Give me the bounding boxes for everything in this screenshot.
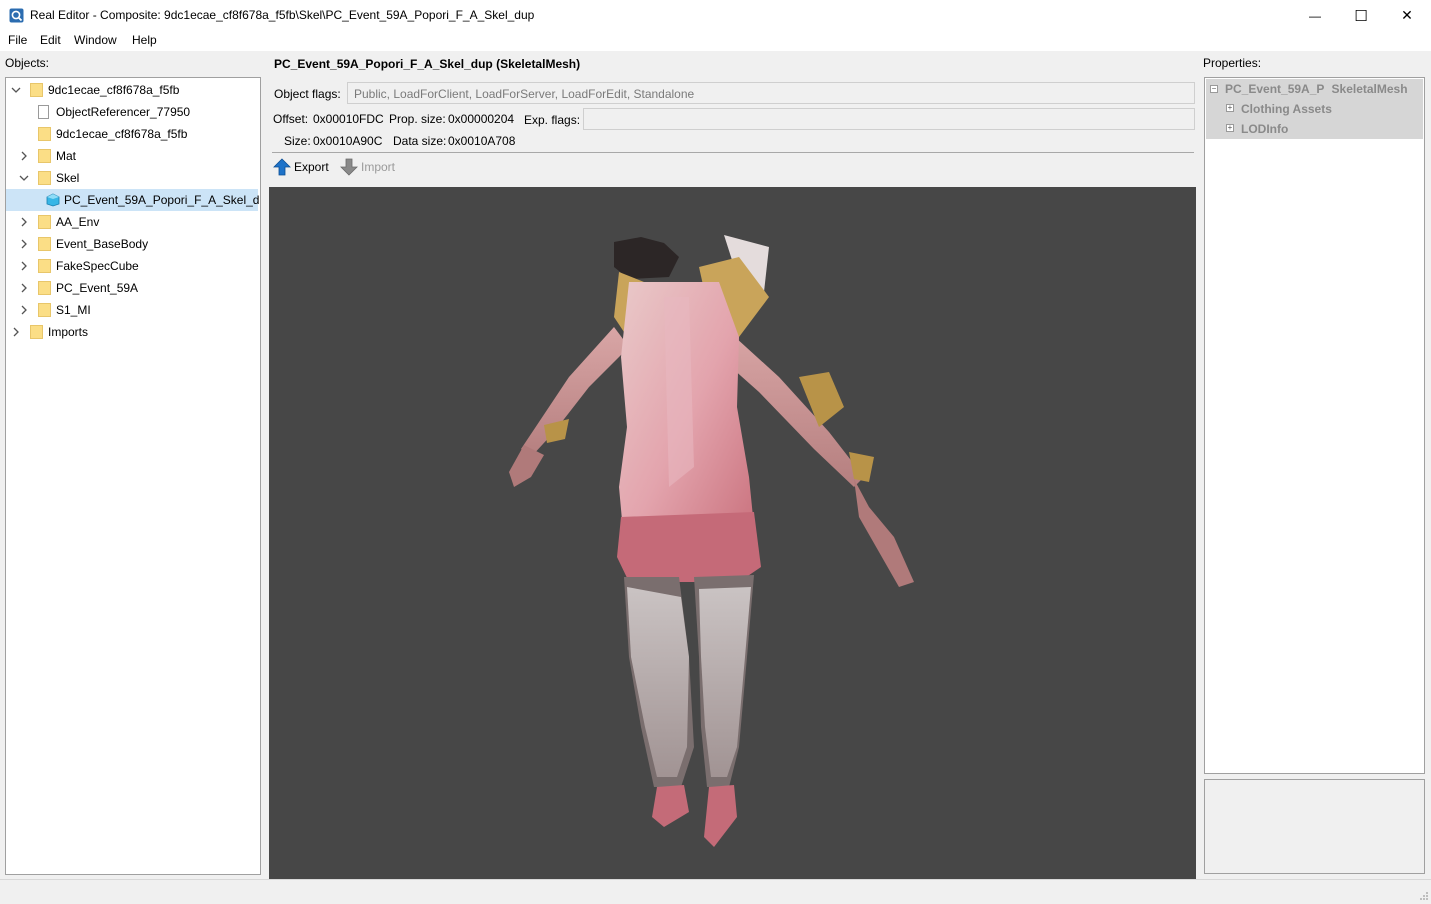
export-arrow-icon [273, 158, 291, 176]
tree-item-label: ObjectReferencer_77950 [56, 105, 191, 119]
menu-help[interactable]: Help [132, 33, 157, 47]
prop-size-value: 0x00000204 [448, 112, 515, 126]
folder-icon [38, 281, 51, 295]
chevron-right-icon[interactable] [10, 325, 22, 339]
window-title: Real Editor - Composite: 9dc1ecae_cf8f67… [30, 8, 535, 22]
expand-icon[interactable]: + [1226, 104, 1234, 112]
app-icon [9, 8, 24, 23]
tree-item[interactable]: Event_BaseBody [6, 233, 258, 255]
chevron-right-icon[interactable] [18, 303, 30, 317]
folder-icon [38, 171, 51, 185]
tree-item[interactable]: 9dc1ecae_cf8f678a_f5fb [6, 123, 258, 145]
character-mesh-render [509, 235, 914, 847]
folder-icon [30, 325, 43, 339]
tree-item[interactable]: FakeSpecCube [6, 255, 258, 277]
tree-item-label: PC_Event_59A_Popori_F_A_Skel_dup [64, 193, 261, 207]
property-description-box [1204, 779, 1425, 874]
tree-item[interactable]: Mat [6, 145, 258, 167]
export-button[interactable]: Export [272, 157, 334, 177]
mesh-viewport[interactable] [269, 187, 1196, 879]
prop-size-label: Prop. size: [389, 112, 446, 126]
property-clothing-assets[interactable]: Clothing Assets [1241, 102, 1332, 116]
folder-icon [38, 127, 51, 141]
folder-icon [38, 149, 51, 163]
chevron-down-icon[interactable] [10, 83, 22, 97]
size-value: 0x0010A90C [313, 134, 383, 148]
tree-item[interactable]: PC_Event_59A_Popori_F_A_Skel_dup [6, 189, 261, 211]
close-button[interactable]: ✕ [1384, 0, 1430, 31]
property-root-name: PC_Event_59A_P [1225, 82, 1325, 96]
tree-item-label: PC_Event_59A [56, 281, 139, 295]
folder-icon [38, 237, 51, 251]
chevron-right-icon[interactable] [18, 149, 30, 163]
tree-item-label: Mat [56, 149, 77, 163]
property-root-type: SkeletalMesh [1331, 82, 1408, 96]
object-flags-field[interactable]: Public, LoadForClient, LoadForServer, Lo… [347, 82, 1195, 104]
data-size-value: 0x0010A708 [448, 134, 516, 148]
exp-flags-field[interactable] [583, 108, 1195, 130]
tree-item[interactable]: ObjectReferencer_77950 [6, 101, 258, 123]
minimize-icon: — [1309, 8, 1321, 23]
tree-item-label: 9dc1ecae_cf8f678a_f5fb [56, 127, 188, 141]
tree-item-label: S1_MI [56, 303, 91, 317]
folder-icon [30, 83, 43, 97]
import-arrow-icon [340, 158, 358, 176]
tree-item[interactable]: AA_Env [6, 211, 258, 233]
menu-edit[interactable]: Edit [40, 33, 61, 47]
tree-item-label: AA_Env [56, 215, 100, 229]
properties-tree[interactable] [1204, 77, 1425, 774]
folder-icon [38, 259, 51, 273]
minimize-button[interactable]: — [1292, 0, 1338, 31]
folder-icon [38, 215, 51, 229]
tree-item-label: Event_BaseBody [56, 237, 149, 251]
object-flags-label: Object flags: [274, 87, 341, 101]
size-label: Size: [284, 134, 311, 148]
property-root[interactable]: PC_Event_59A_P SkeletalMesh [1225, 82, 1408, 96]
exp-flags-label: Exp. flags: [524, 113, 581, 127]
tree-item[interactable]: 9dc1ecae_cf8f678a_f5fb [6, 79, 258, 101]
tree-item[interactable]: Imports [6, 321, 258, 343]
chevron-right-icon[interactable] [18, 237, 30, 251]
menu-file[interactable]: File [8, 33, 27, 47]
status-bar [0, 879, 1431, 904]
tree-item[interactable]: PC_Event_59A [6, 277, 258, 299]
tree-item[interactable]: Skel [6, 167, 258, 189]
skeletal-mesh-icon [46, 193, 60, 207]
import-button[interactable]: Import [340, 157, 402, 177]
chevron-right-icon[interactable] [18, 215, 30, 229]
expand-icon[interactable]: + [1226, 124, 1234, 132]
chevron-down-icon[interactable] [18, 171, 30, 185]
offset-value: 0x00010FDC [313, 112, 384, 126]
chevron-right-icon[interactable] [18, 281, 30, 295]
maximize-button[interactable]: ☐ [1338, 0, 1384, 31]
file-icon [38, 105, 49, 119]
properties-label: Properties: [1203, 56, 1262, 70]
objects-label: Objects: [5, 56, 50, 70]
import-label: Import [361, 160, 396, 174]
tree-item-label: Imports [48, 325, 89, 339]
tree-item[interactable]: S1_MI [6, 299, 258, 321]
collapse-icon[interactable]: − [1210, 85, 1218, 93]
close-icon: ✕ [1401, 7, 1413, 23]
data-size-label: Data size: [393, 134, 447, 148]
tree-item-label: FakeSpecCube [56, 259, 139, 273]
asset-title: PC_Event_59A_Popori_F_A_Skel_dup (Skelet… [274, 57, 581, 71]
maximize-icon: ☐ [1354, 7, 1368, 25]
chevron-right-icon[interactable] [18, 259, 30, 273]
tree-item-label: 9dc1ecae_cf8f678a_f5fb [48, 83, 180, 97]
resize-grip-icon[interactable] [1419, 891, 1429, 901]
export-label: Export [294, 160, 329, 174]
tree-item-label: Skel [56, 171, 80, 185]
header-separator [272, 152, 1194, 153]
menu-window[interactable]: Window [74, 33, 117, 47]
property-lodinfo[interactable]: LODInfo [1241, 122, 1288, 136]
folder-icon [38, 303, 51, 317]
offset-label: Offset: [273, 112, 309, 126]
object-tree[interactable]: 9dc1ecae_cf8f678a_f5fb ObjectReferencer_7… [5, 77, 261, 875]
menu-bar [0, 31, 1431, 51]
